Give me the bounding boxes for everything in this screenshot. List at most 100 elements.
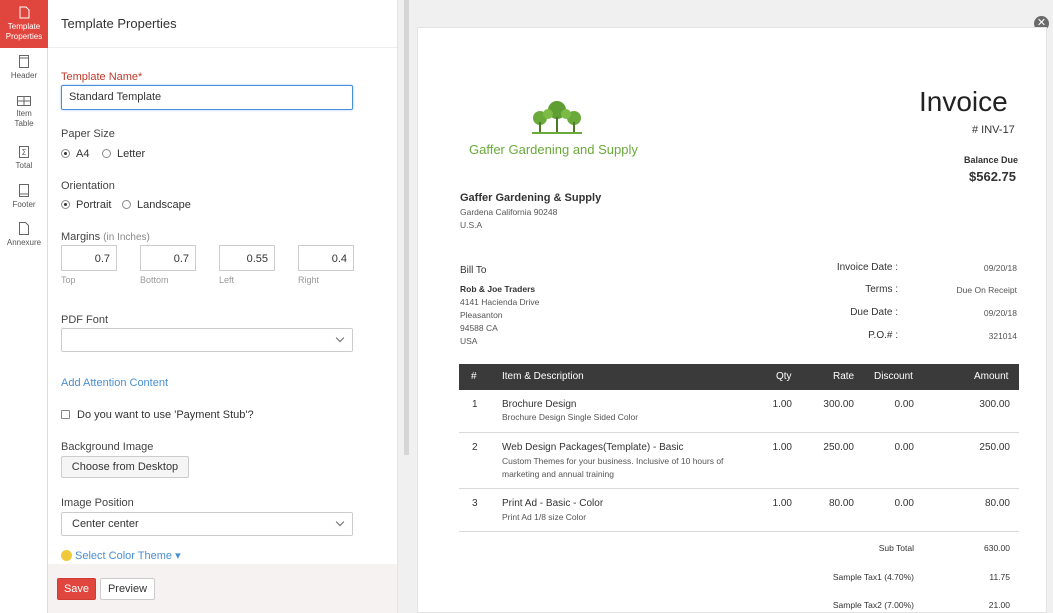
rail-footer[interactable]: Footer	[0, 184, 48, 210]
client-name: Rob & Joe Traders	[460, 284, 536, 294]
col-rate: Rate	[833, 371, 855, 382]
margin-top-caption: Top	[61, 275, 76, 285]
item-qty: 1.00	[772, 442, 792, 453]
item-rate: 80.00	[828, 498, 854, 509]
sigma-icon: Σ	[19, 146, 29, 158]
item-rate: 300.00	[823, 399, 854, 410]
item-name: Print Ad - Basic - Color	[502, 498, 604, 509]
margin-right-input[interactable]: 0.4	[298, 245, 354, 271]
radio-icon	[122, 200, 131, 209]
paper-letter-radio[interactable]: Letter	[102, 148, 145, 160]
items-table-header: # Item & Description Qty Rate Discount A…	[459, 364, 1019, 390]
annexure-icon	[19, 222, 29, 235]
col-num: #	[471, 371, 477, 382]
background-image-label: Background Image	[61, 441, 154, 453]
chevron-down-icon	[335, 333, 345, 343]
invoice-date-value: 09/20/18	[983, 263, 1017, 273]
template-name-label: Template Name*	[61, 71, 143, 83]
footer-icon	[19, 184, 29, 197]
col-item: Item & Description	[502, 371, 584, 382]
tax2-value: 21.00	[988, 600, 1010, 610]
rail-header[interactable]: Header	[0, 55, 48, 81]
due-date-value: 09/20/18	[983, 308, 1017, 318]
col-qty: Qty	[776, 371, 792, 382]
paper-size-label: Paper Size	[61, 128, 115, 140]
invoice-number: # INV-17	[972, 124, 1015, 136]
item-description: Print Ad 1/8 size Color	[502, 512, 587, 522]
margin-bottom-caption: Bottom	[140, 275, 169, 285]
item-description: Custom Themes for your business. Inclusi…	[502, 456, 724, 466]
header-icon	[19, 55, 29, 68]
item-amount: 250.00	[979, 442, 1010, 453]
palette-icon	[61, 550, 72, 561]
terms-value: Due On Receipt	[956, 285, 1017, 295]
tree-logo-icon	[532, 101, 582, 134]
balance-due-value: $562.75	[969, 169, 1016, 184]
image-position-select[interactable]: Center center	[61, 512, 353, 536]
side-rail: Template Properties Header Item Table Σ …	[0, 0, 48, 613]
pdf-font-label: PDF Font	[61, 314, 109, 326]
po-value: 321014	[988, 331, 1017, 341]
checkbox-icon	[61, 410, 70, 419]
subtotal-value: 630.00	[984, 543, 1010, 553]
properties-panel: Template Properties Template Name* Stand…	[48, 0, 398, 613]
margin-top-input[interactable]: 0.7	[61, 245, 117, 271]
paper-a4-radio[interactable]: A4	[61, 148, 89, 160]
choose-from-desktop-button[interactable]: Choose from Desktop	[61, 456, 189, 478]
balance-due-label: Balance Due	[964, 155, 1019, 165]
radio-selected-icon	[61, 200, 70, 209]
invoice-title: Invoice	[919, 86, 1008, 117]
company-country: U.S.A	[460, 220, 483, 230]
template-name-input[interactable]: Standard Template	[61, 85, 353, 110]
margin-left-input[interactable]: 0.55	[219, 245, 275, 271]
margins-label: Margins (in Inches)	[61, 231, 150, 243]
orientation-label: Orientation	[61, 180, 115, 192]
scrollbar-thumb[interactable]	[404, 0, 409, 455]
item-discount: 0.00	[894, 399, 914, 410]
panel-footer: Save Preview	[48, 564, 397, 613]
item-amount: 300.00	[979, 399, 1010, 410]
chevron-down-icon	[335, 517, 345, 527]
row-divider	[459, 432, 1019, 433]
company-address-line: Gardena California 90248	[460, 207, 558, 217]
item-qty: 1.00	[772, 498, 792, 509]
preview-button[interactable]: Preview	[100, 578, 155, 600]
rail-total[interactable]: Σ Total	[0, 146, 48, 171]
save-button[interactable]: Save	[57, 578, 96, 600]
terms-label: Terms :	[865, 284, 898, 295]
row-num: 1	[472, 399, 478, 410]
margin-right-caption: Right	[298, 275, 320, 285]
document-icon	[19, 6, 29, 19]
rail-item-table[interactable]: Item Table	[0, 96, 48, 129]
client-address-line: Pleasanton	[460, 310, 503, 320]
panel-title: Template Properties	[48, 0, 397, 48]
company-logo-text: Gaffer Gardening and Supply	[469, 142, 638, 157]
due-date-label: Due Date :	[850, 307, 898, 318]
margin-bottom-input[interactable]: 0.7	[140, 245, 196, 271]
image-position-label: Image Position	[61, 497, 134, 509]
svg-text:Σ: Σ	[22, 148, 27, 157]
table-icon	[17, 96, 31, 106]
payment-stub-checkbox[interactable]: Do you want to use 'Payment Stub'?	[61, 409, 254, 421]
item-amount: 80.00	[984, 498, 1010, 509]
rail-annexure[interactable]: Annexure	[0, 222, 48, 248]
row-divider	[459, 531, 1019, 532]
item-name: Web Design Packages(Template) - Basic	[502, 442, 684, 453]
pdf-font-select[interactable]	[61, 328, 353, 352]
item-name: Brochure Design	[502, 399, 577, 410]
client-address-line: 4141 Hacienda Drive	[460, 297, 540, 307]
col-amount: Amount	[974, 371, 1009, 382]
row-num: 2	[472, 442, 478, 453]
landscape-radio[interactable]: Landscape	[122, 199, 191, 211]
rail-template-properties[interactable]: Template Properties	[0, 0, 48, 48]
portrait-radio[interactable]: Portrait	[61, 199, 111, 211]
add-attention-link[interactable]: Add Attention Content	[61, 377, 168, 389]
item-description: marketing and annual training	[502, 469, 614, 479]
bill-to-label: Bill To	[460, 265, 487, 276]
panel-scrollbar[interactable]	[398, 0, 415, 613]
radio-selected-icon	[61, 149, 70, 158]
po-label: P.O.# :	[868, 330, 898, 341]
item-qty: 1.00	[772, 399, 792, 410]
client-address-line: USA	[460, 336, 478, 346]
select-color-theme-link[interactable]: Select Color Theme ▾	[61, 549, 181, 562]
